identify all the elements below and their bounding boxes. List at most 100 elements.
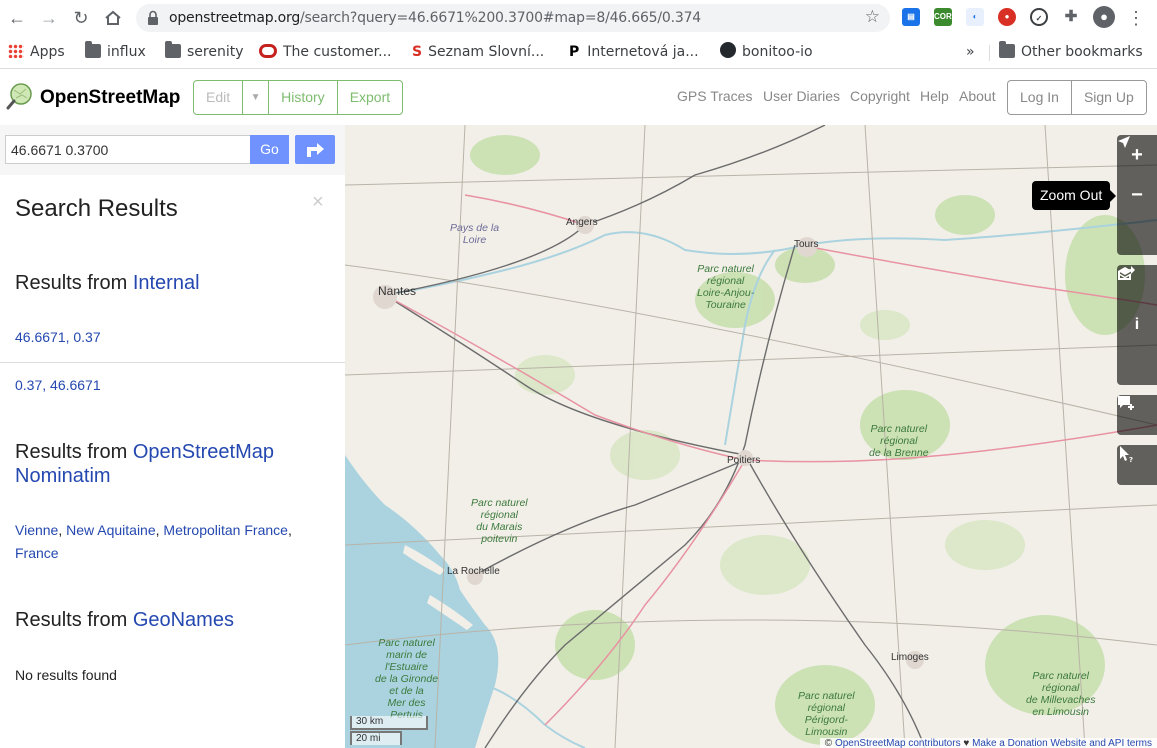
map-attribution: © OpenStreetMap contributors ♥ Make a Do… <box>819 738 1157 748</box>
history-button[interactable]: History <box>269 81 338 114</box>
separator: , <box>58 522 67 538</box>
park-label-marais: Parc naturel régional du Marais poitevin <box>471 497 528 545</box>
extension-feather-icon[interactable]: ◐ <box>966 8 984 26</box>
extension-shield-icon[interactable]: ● <box>998 8 1016 26</box>
bookmark-influx[interactable]: influx <box>85 41 146 62</box>
menu-kebab-icon[interactable]: ⋮ <box>1124 6 1148 30</box>
export-button[interactable]: Export <box>338 81 402 114</box>
edit-dropdown-caret-icon[interactable]: ▼ <box>243 81 270 114</box>
geonames-source-link[interactable]: GeoNames <box>133 609 234 631</box>
star-icon[interactable]: ☆ <box>865 7 880 27</box>
home-icon[interactable] <box>101 6 125 30</box>
city-label-nantes: Nantes <box>378 284 417 298</box>
zoom-controls: + − <box>1117 135 1157 255</box>
result-divider <box>0 362 345 363</box>
city-label-angers: Angers <box>566 217 598 228</box>
osm-logo-icon[interactable] <box>6 82 34 110</box>
share-icon[interactable] <box>1117 266 1157 385</box>
city-label-limoges: Limoges <box>891 652 929 663</box>
map-view[interactable]: Nantes Angers Tours Poitiers La Rochelle… <box>345 125 1157 748</box>
city-label-tours: Tours <box>794 239 819 250</box>
bookmark-bonitoo[interactable]: bonitoo-io <box>720 42 813 62</box>
folder-icon <box>165 41 181 58</box>
map-canvas[interactable] <box>345 125 1157 748</box>
p-logo-icon: P <box>569 44 580 60</box>
city-label-poitiers: Poitiers <box>727 455 761 466</box>
nominatim-part-metropolitan[interactable]: Metropolitan France <box>163 522 288 538</box>
url-text: openstreetmap.org/search?query=46.6671%2… <box>169 10 701 26</box>
nominatim-part-aquitaine[interactable]: New Aquitaine <box>66 522 156 538</box>
geonames-no-results: No results found <box>15 667 117 683</box>
back-icon[interactable]: ← <box>5 6 29 30</box>
extension-book-icon[interactable]: ▤ <box>902 8 920 26</box>
zoom-out-tooltip: Zoom Out <box>1032 181 1117 210</box>
bookmark-seznam[interactable]: S Seznam Slovní... <box>412 42 544 62</box>
map-key-info-icon[interactable]: i <box>1117 305 1157 345</box>
internal-source-link[interactable]: Internal <box>133 272 200 294</box>
edit-button[interactable]: Edit <box>194 81 244 114</box>
auth-buttons: Log In Sign Up <box>1007 80 1147 115</box>
apps-grid-icon <box>8 44 24 58</box>
bookmark-serenity[interactable]: serenity <box>165 41 244 62</box>
forward-icon[interactable]: → <box>37 6 61 30</box>
oracle-icon <box>259 44 277 58</box>
nominatim-result-1[interactable]: Vienne, New Aquitaine, Metropolitan Fran… <box>15 519 292 565</box>
nominatim-part-france[interactable]: France <box>15 545 59 561</box>
zoom-out-icon[interactable]: − <box>1117 175 1157 215</box>
park-label-brenne: Parc naturel régional de la Brenne <box>869 423 929 459</box>
bookmark-internetova[interactable]: P Internetová ja... <box>569 42 699 62</box>
results-title: Search Results <box>15 195 178 222</box>
nominatim-part-vienne[interactable]: Vienne <box>15 522 58 538</box>
nav-copyright[interactable]: Copyright <box>850 88 910 104</box>
github-icon <box>720 42 736 58</box>
osm-logo-text[interactable]: OpenStreetMap <box>40 87 180 109</box>
search-input[interactable] <box>5 135 251 164</box>
lock-icon <box>148 10 158 25</box>
city-label-la-rochelle: La Rochelle <box>447 566 500 577</box>
go-button[interactable]: Go <box>250 135 289 164</box>
attribution-osm-link[interactable]: OpenStreetMap contributors <box>835 738 961 748</box>
add-note-icon[interactable] <box>1117 395 1157 435</box>
nav-gps-traces[interactable]: GPS Traces <box>677 88 752 104</box>
results-nominatim-heading: Results from OpenStreetMap Nominatim <box>15 441 275 487</box>
login-button[interactable]: Log In <box>1008 81 1072 114</box>
query-features-icon[interactable]: ? <box>1117 445 1157 485</box>
reload-icon[interactable]: ↻ <box>69 6 93 30</box>
address-bar[interactable]: openstreetmap.org/search?query=46.6671%2… <box>136 4 890 32</box>
attribution-terms-link[interactable]: Website and API terms <box>1050 738 1152 748</box>
bookmark-other[interactable]: Other bookmarks <box>999 41 1143 62</box>
seznam-s-icon: S <box>412 44 423 60</box>
extensions-puzzle-icon[interactable]: ✚ <box>1062 8 1080 26</box>
folder-icon <box>999 41 1015 58</box>
signup-button[interactable]: Sign Up <box>1072 81 1146 114</box>
search-bar: Go <box>0 125 345 175</box>
scale-mi: 20 mi <box>350 731 402 745</box>
more-bookmarks-chevron-icon[interactable]: » <box>966 42 975 62</box>
profile-avatar-icon[interactable]: ● <box>1093 6 1115 28</box>
browser-toolbar: ← → ↻ openstreetmap.org/search?query=46.… <box>0 0 1157 36</box>
bookmark-customer[interactable]: The customer... <box>259 42 391 62</box>
attribution-donate-link[interactable]: Make a Donation <box>972 738 1048 748</box>
results-geonames-heading: Results from GeoNames <box>15 609 234 631</box>
park-label-gironde: Parc naturel marin de l'Estuaire de la Giro… <box>375 637 439 721</box>
extension-check-icon[interactable]: ✓ <box>1030 8 1048 26</box>
close-results-icon[interactable]: × <box>312 191 324 214</box>
nav-about[interactable]: About <box>959 88 996 104</box>
edit-history-export-group: Edit ▼ History Export <box>193 80 404 115</box>
scale-km: 30 km <box>350 716 428 730</box>
extension-cors-icon[interactable]: CORS <box>934 8 957 26</box>
directions-button[interactable] <box>295 135 335 164</box>
bookmark-apps[interactable]: Apps <box>8 42 65 62</box>
locate-icon[interactable] <box>1117 136 1157 255</box>
nav-user-diaries[interactable]: User Diaries <box>763 88 840 104</box>
svg-text:?: ? <box>1129 456 1133 463</box>
bookmarks-bar: Apps influx serenity The customer... S Se… <box>0 36 1157 69</box>
internal-result-1[interactable]: 46.6671, 0.37 <box>15 326 101 349</box>
nav-help[interactable]: Help <box>920 88 949 104</box>
osm-header: OpenStreetMap Edit ▼ History Export GPS … <box>0 70 1157 125</box>
park-label-perigord: Parc naturel régional Périgord- Limousin <box>798 690 855 738</box>
internal-result-2[interactable]: 0.37, 46.6671 <box>15 374 101 397</box>
directions-icon <box>307 143 324 157</box>
bookmark-separator <box>989 45 990 61</box>
sidebar: Go × Search Results Results from Interna… <box>0 125 345 748</box>
